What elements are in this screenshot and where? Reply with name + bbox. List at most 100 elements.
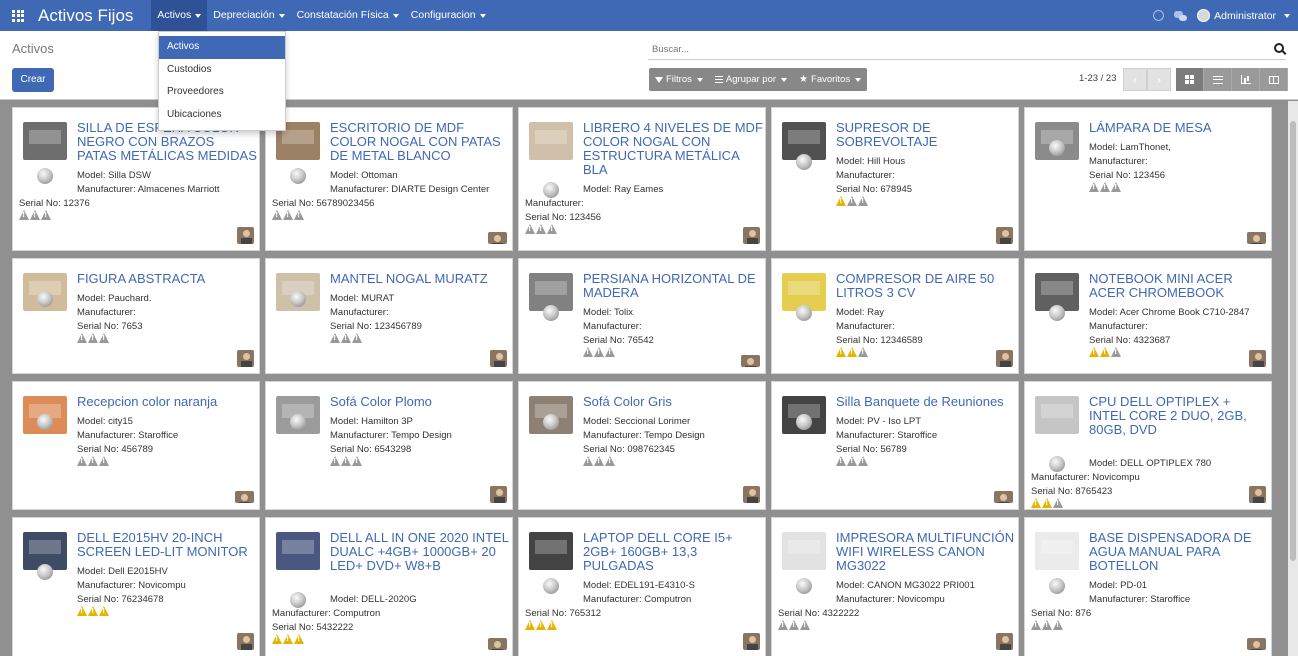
asset-title[interactable]: ESCRITORIO DE MDF COLOR NOGAL CON PATAS … xyxy=(330,121,510,163)
warning-icon[interactable] xyxy=(836,456,846,466)
warning-icon[interactable] xyxy=(583,347,593,357)
apps-grid-icon[interactable] xyxy=(12,9,24,22)
warning-icon[interactable] xyxy=(836,347,846,357)
create-button[interactable]: Crear xyxy=(12,68,54,92)
asset-title[interactable]: Silla Banquete de Reuniones xyxy=(836,395,1016,409)
warning-icon[interactable] xyxy=(88,606,98,616)
warning-icon[interactable] xyxy=(547,224,557,234)
warning-icon[interactable] xyxy=(99,606,109,616)
warning-icon[interactable] xyxy=(272,210,282,220)
warning-icon[interactable] xyxy=(800,620,810,630)
kanban-card[interactable]: MANTEL NOGAL MURATZ Model: MURAT Manufactu… xyxy=(265,258,513,374)
state-radio-icon[interactable] xyxy=(1049,578,1065,594)
priority-warning-icons[interactable] xyxy=(77,456,109,466)
warning-icon[interactable] xyxy=(88,456,98,466)
asset-title[interactable]: LIBRERO 4 NIVELES DE MDF COLOR NOGAL CON… xyxy=(583,121,763,177)
kanban-card[interactable]: DELL ALL IN ONE 2020 INTEL DUALC +4GB+ 1… xyxy=(265,517,513,656)
priority-warning-icons[interactable] xyxy=(272,210,304,220)
asset-title[interactable]: LAPTOP DELL CORE I5+ 2GB+ 160GB+ 13,3 PU… xyxy=(583,531,763,573)
kanban-card[interactable]: Sofá Color Plomo Model: Hamilton 3P Manufa… xyxy=(265,381,513,510)
kanban-card[interactable]: BASE DISPENSADORA DE AGUA MANUAL PARA BO… xyxy=(1024,517,1272,656)
priority-warning-icons[interactable] xyxy=(19,210,51,220)
search-input[interactable] xyxy=(648,39,1248,59)
warning-icon[interactable] xyxy=(525,620,535,630)
state-radio-icon[interactable] xyxy=(1049,456,1065,472)
avatar[interactable] xyxy=(741,355,760,367)
activity-icon[interactable] xyxy=(1153,10,1165,21)
kanban-card[interactable]: SUPRESOR DE SOBREVOLTAJE Model: Hill Hous… xyxy=(771,107,1019,251)
state-radio-icon[interactable] xyxy=(37,168,53,184)
asset-title[interactable]: SUPRESOR DE SOBREVOLTAJE xyxy=(836,121,1016,149)
kanban-card[interactable]: COMPRESOR DE AIRE 50 LITROS 3 CV Model: R… xyxy=(771,258,1019,374)
avatar[interactable] xyxy=(1247,638,1266,650)
warning-icon[interactable] xyxy=(1053,620,1063,630)
priority-warning-icons[interactable] xyxy=(583,347,615,357)
warning-icon[interactable] xyxy=(99,333,109,343)
priority-warning-icons[interactable] xyxy=(1031,620,1063,630)
warning-icon[interactable] xyxy=(847,196,857,206)
warning-icon[interactable] xyxy=(536,620,546,630)
warning-icon[interactable] xyxy=(605,456,615,466)
warning-icon[interactable] xyxy=(536,224,546,234)
favorites-button[interactable]: ★ Favoritos xyxy=(793,68,867,91)
list-view-button[interactable] xyxy=(1204,68,1232,91)
warning-icon[interactable] xyxy=(1111,182,1121,192)
warning-icon[interactable] xyxy=(836,196,846,206)
priority-warning-icons[interactable] xyxy=(836,456,868,466)
priority-warning-icons[interactable] xyxy=(77,606,109,616)
asset-title[interactable]: BASE DISPENSADORA DE AGUA MANUAL PARA BO… xyxy=(1089,531,1269,573)
chat-icon[interactable] xyxy=(1174,10,1188,21)
avatar[interactable] xyxy=(237,633,254,650)
avatar[interactable] xyxy=(996,227,1013,244)
warning-icon[interactable] xyxy=(1031,620,1041,630)
warning-icon[interactable] xyxy=(789,620,799,630)
state-radio-icon[interactable] xyxy=(543,578,559,594)
state-radio-icon[interactable] xyxy=(796,414,812,430)
warning-icon[interactable] xyxy=(1089,182,1099,192)
warning-icon[interactable] xyxy=(352,456,362,466)
user-menu[interactable]: Administrator xyxy=(1197,9,1290,22)
warning-icon[interactable] xyxy=(605,347,615,357)
kanban-card[interactable]: Silla Banquete de Reuniones Model: PV - I… xyxy=(771,381,1019,510)
warning-icon[interactable] xyxy=(352,333,362,343)
avatar[interactable] xyxy=(488,638,507,650)
warning-icon[interactable] xyxy=(19,210,29,220)
state-radio-icon[interactable] xyxy=(1049,305,1065,321)
warning-icon[interactable] xyxy=(283,210,293,220)
warning-icon[interactable] xyxy=(1100,347,1110,357)
kanban-card[interactable]: LAPTOP DELL CORE I5+ 2GB+ 160GB+ 13,3 PU… xyxy=(518,517,766,656)
warning-icon[interactable] xyxy=(583,456,593,466)
priority-warning-icons[interactable] xyxy=(1089,182,1121,192)
state-radio-icon[interactable] xyxy=(290,592,306,608)
priority-warning-icons[interactable] xyxy=(583,456,615,466)
priority-warning-icons[interactable] xyxy=(525,224,557,234)
warning-icon[interactable] xyxy=(77,606,87,616)
dropdown-item-activos[interactable]: Activos xyxy=(159,36,285,59)
state-radio-icon[interactable] xyxy=(290,291,306,307)
state-radio-icon[interactable] xyxy=(543,182,559,198)
avatar[interactable] xyxy=(1247,232,1266,244)
chevron-right-icon[interactable]: › xyxy=(1147,68,1171,91)
pager-value[interactable]: 1-23 / 23 xyxy=(1079,73,1117,84)
state-radio-icon[interactable] xyxy=(37,291,53,307)
kanban-card[interactable]: LIBRERO 4 NIVELES DE MDF COLOR NOGAL CON… xyxy=(518,107,766,251)
state-radio-icon[interactable] xyxy=(796,578,812,594)
priority-warning-icons[interactable] xyxy=(778,620,810,630)
pivot-view-button[interactable] xyxy=(1260,68,1288,91)
asset-title[interactable]: COMPRESOR DE AIRE 50 LITROS 3 CV xyxy=(836,272,1016,300)
warning-icon[interactable] xyxy=(847,456,857,466)
asset-title[interactable]: MANTEL NOGAL MURATZ xyxy=(330,272,510,286)
warning-icon[interactable] xyxy=(594,456,604,466)
warning-icon[interactable] xyxy=(88,333,98,343)
asset-title[interactable]: Sofá Color Gris xyxy=(583,395,763,409)
avatar[interactable] xyxy=(488,232,507,244)
warning-icon[interactable] xyxy=(272,634,282,644)
warning-icon[interactable] xyxy=(594,347,604,357)
asset-title[interactable]: Sofá Color Plomo xyxy=(330,395,510,409)
state-radio-icon[interactable] xyxy=(543,305,559,321)
warning-icon[interactable] xyxy=(294,210,304,220)
warning-icon[interactable] xyxy=(330,333,340,343)
state-radio-icon[interactable] xyxy=(1049,140,1065,156)
avatar[interactable] xyxy=(996,633,1013,650)
avatar[interactable] xyxy=(237,227,254,244)
